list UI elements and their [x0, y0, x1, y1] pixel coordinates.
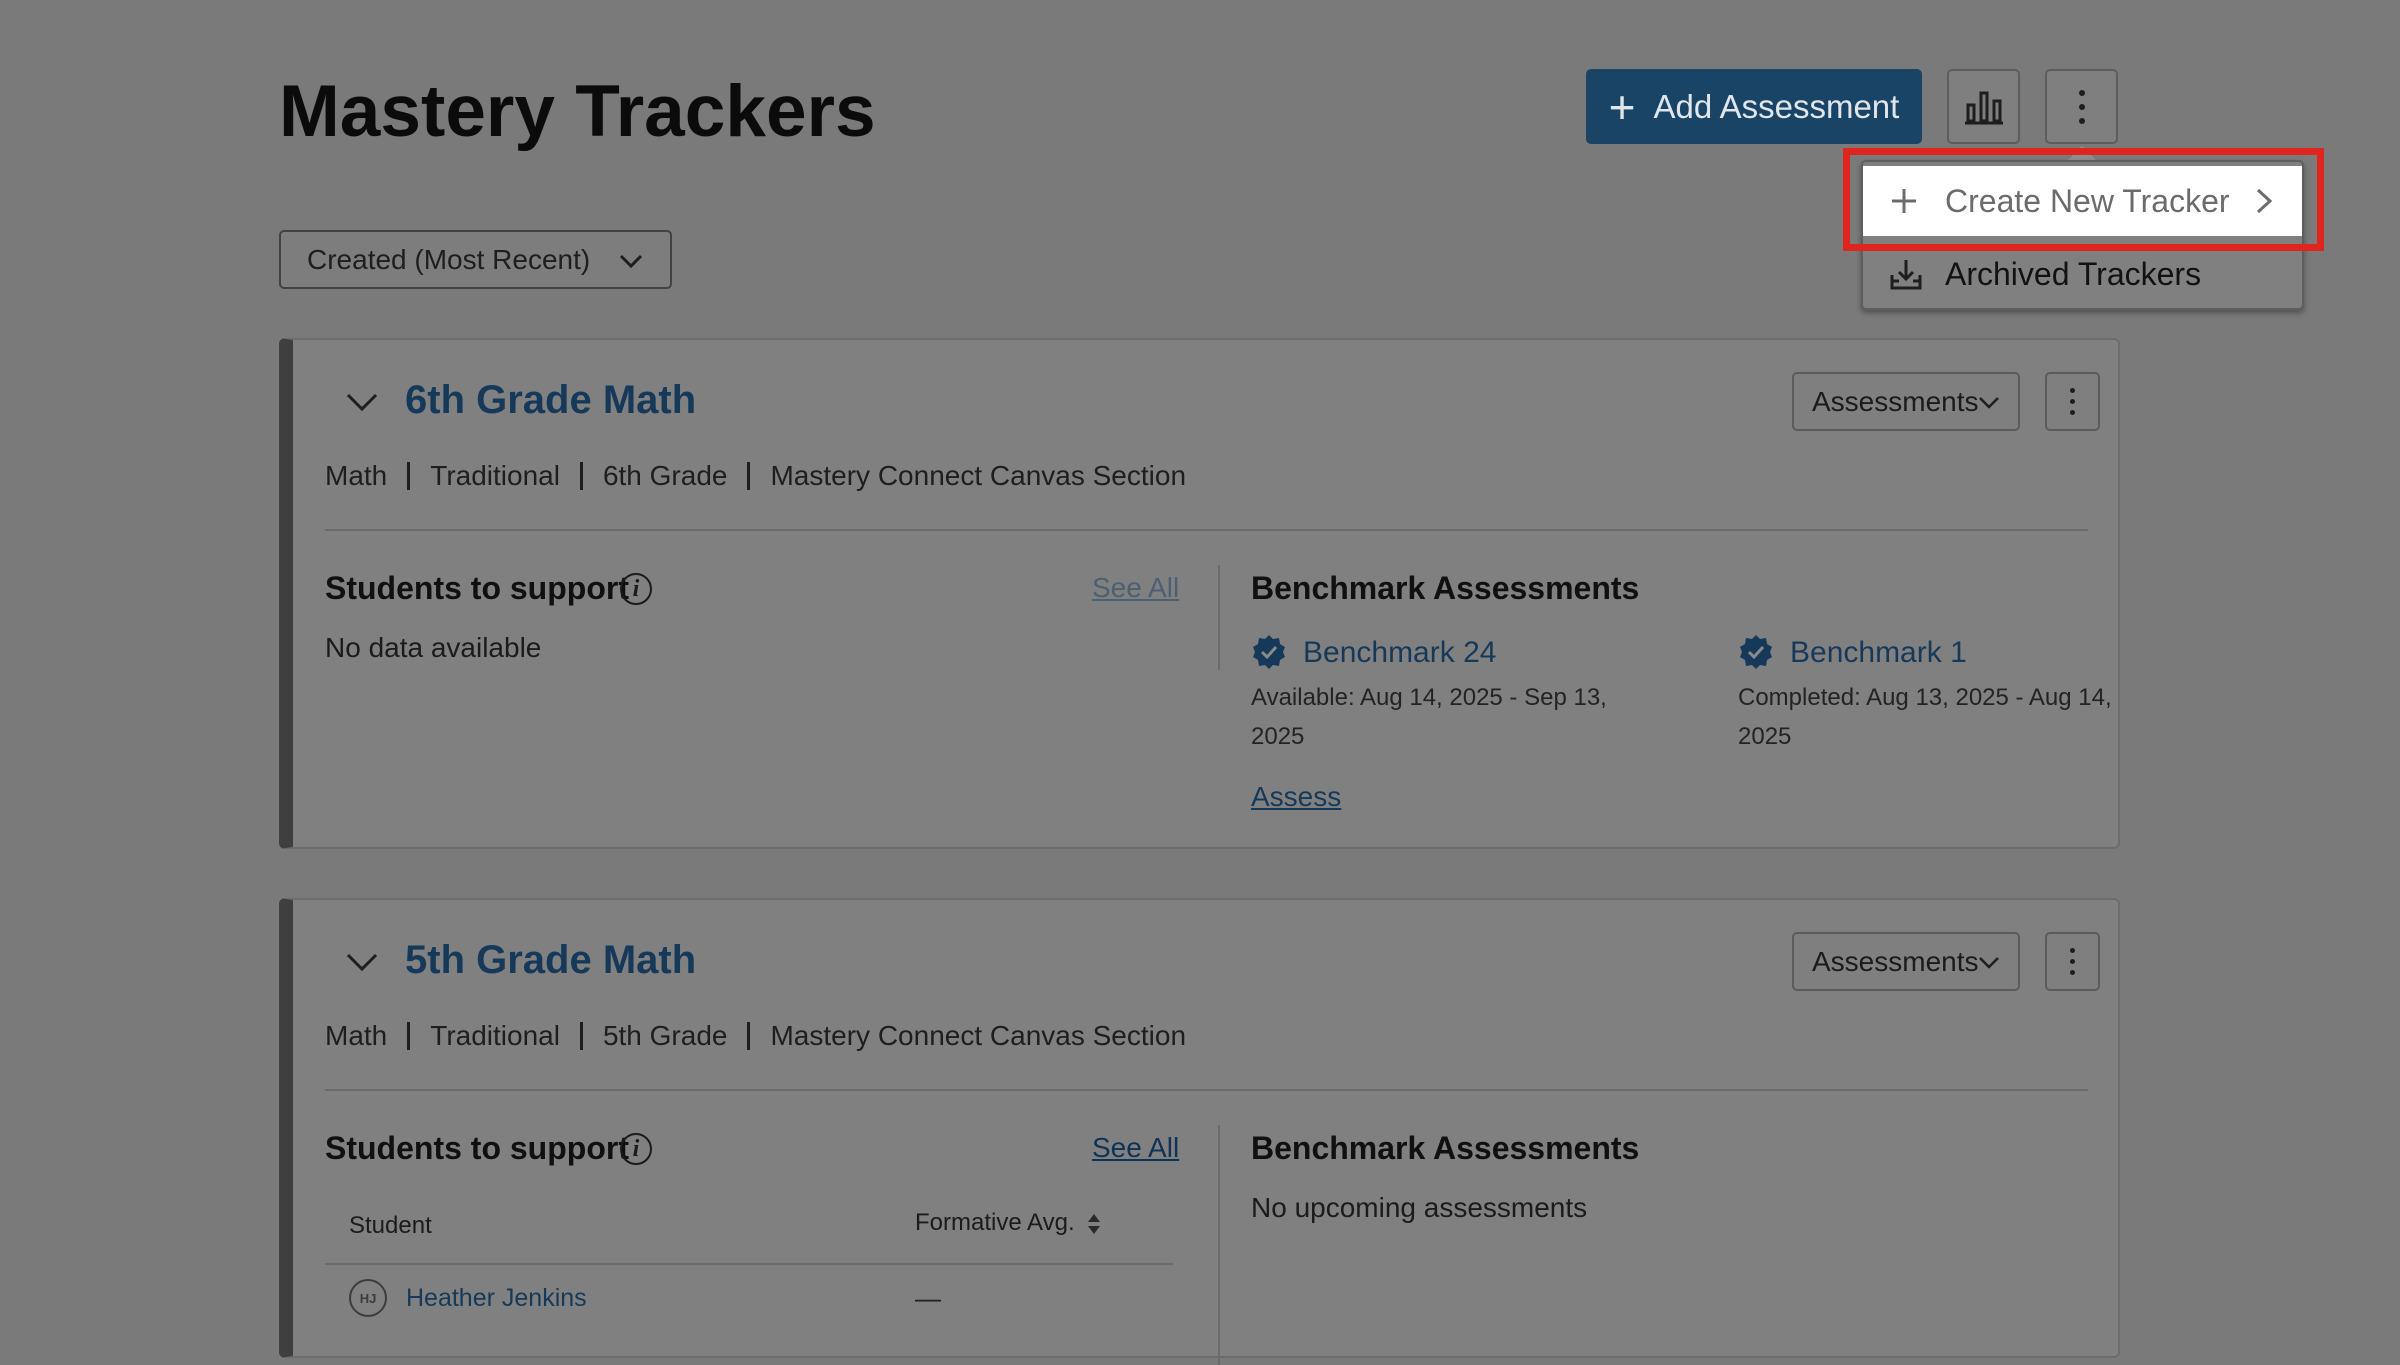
meta-subject: Math — [325, 1020, 388, 1051]
meta-grade: 6th Grade — [602, 460, 728, 491]
plus-icon: + — [1608, 80, 1636, 133]
chevron-down-icon[interactable] — [345, 390, 379, 414]
tracker-meta: Math Traditional 6th Grade Mastery Conne… — [325, 460, 1186, 492]
benchmark-link[interactable]: Benchmark 1 — [1790, 636, 1967, 670]
students-to-support-title: Students to support — [325, 570, 629, 606]
column-header-student: Student — [349, 1212, 432, 1239]
info-icon[interactable]: i — [620, 1133, 652, 1165]
benchmark-dates-line: Completed: Aug 13, 2025 - Aug 14, — [1738, 684, 2112, 711]
see-all-link[interactable]: See All — [1092, 1132, 1179, 1164]
assessments-dropdown[interactable]: Assessments — [1792, 932, 2020, 991]
tracker-card: 6th Grade Math Assessments Math Traditio… — [279, 338, 2120, 849]
column-header-formative-avg[interactable]: Formative Avg. — [915, 1209, 1101, 1237]
divider — [747, 1022, 751, 1050]
students-empty-text: No data available — [325, 632, 542, 663]
add-assessment-label: Add Assessment — [1653, 87, 1900, 125]
tracker-meta: Math Traditional 5th Grade Mastery Conne… — [325, 1020, 1186, 1052]
assessments-dropdown-label: Assessments — [1812, 385, 1979, 417]
avatar: HJ — [349, 1279, 387, 1317]
student-link[interactable]: Heather Jenkins — [406, 1284, 587, 1313]
benchmark-dates-line: Available: Aug 14, 2025 - Sep 13, — [1251, 684, 1607, 711]
chevron-down-icon[interactable] — [345, 950, 379, 974]
tracker-options-button[interactable] — [2045, 372, 2100, 431]
benchmark-dates: Available: Aug 14, 2025 - Sep 13, 2025 — [1251, 678, 1631, 756]
chevron-down-icon — [619, 254, 643, 269]
tracker-title[interactable]: 6th Grade Math — [405, 378, 696, 423]
meta-section: Mastery Connect Canvas Section — [770, 460, 1187, 491]
formative-avg-value: — — [915, 1283, 941, 1313]
students-to-support-title: Students to support — [325, 1130, 629, 1166]
add-assessment-button[interactable]: + Add Assessment — [1586, 69, 1922, 144]
info-icon[interactable]: i — [620, 573, 652, 605]
benchmark-assessments-title: Benchmark Assessments — [1251, 1130, 1640, 1166]
benchmark-link[interactable]: Benchmark 24 — [1303, 636, 1496, 670]
more-options-button[interactable] — [2045, 69, 2118, 144]
sort-select-value: Created (Most Recent) — [307, 243, 591, 275]
archived-trackers-label: Archived Trackers — [1945, 255, 2202, 292]
divider — [747, 462, 751, 490]
assessments-dropdown[interactable]: Assessments — [1792, 372, 2020, 431]
divider — [407, 462, 411, 490]
meta-type: Traditional — [430, 460, 560, 491]
benchmark-dates-line: 2025 — [1251, 723, 1305, 750]
divider — [325, 1263, 1173, 1265]
verified-badge-icon — [1253, 635, 1285, 669]
meta-grade: 5th Grade — [602, 1020, 728, 1051]
kebab-icon — [2078, 89, 2085, 124]
kebab-icon — [2070, 948, 2075, 975]
chevron-down-icon — [1979, 957, 1999, 969]
divider — [325, 1089, 2088, 1091]
meta-section: Mastery Connect Canvas Section — [770, 1020, 1187, 1051]
tracker-title[interactable]: 5th Grade Math — [405, 938, 696, 983]
divider — [579, 1022, 583, 1050]
benchmark-empty-text: No upcoming assessments — [1251, 1192, 1588, 1223]
sort-icon — [1088, 1213, 1101, 1234]
highlight-box — [1843, 148, 2324, 251]
tracker-card: 5th Grade Math Assessments Math Traditio… — [279, 898, 2120, 1365]
kebab-icon — [2070, 388, 2075, 415]
benchmark-dates: Completed: Aug 13, 2025 - Aug 14, 2025 — [1738, 678, 2118, 756]
divider — [579, 462, 583, 490]
assess-link[interactable]: Assess — [1251, 781, 1341, 813]
meta-subject: Math — [325, 460, 388, 491]
bar-chart-icon — [1964, 91, 2003, 124]
reports-button[interactable] — [1947, 69, 2020, 144]
benchmark-assessments-title: Benchmark Assessments — [1251, 570, 1640, 606]
assessments-dropdown-label: Assessments — [1812, 945, 1979, 977]
menu-item-archived-trackers[interactable]: Archived Trackers — [1863, 242, 2302, 306]
page: Mastery Trackers + Add Assessment Create… — [0, 0, 2400, 1365]
verified-badge-icon — [1740, 635, 1772, 669]
sort-select[interactable]: Created (Most Recent) — [279, 230, 672, 289]
divider — [407, 1022, 411, 1050]
tracker-options-button[interactable] — [2045, 932, 2100, 991]
divider — [1218, 1125, 1220, 1365]
column-header-formative-avg-label: Formative Avg. — [915, 1209, 1075, 1236]
divider — [325, 529, 2088, 531]
meta-type: Traditional — [430, 1020, 560, 1051]
benchmark-dates-line: 2025 — [1738, 723, 1792, 750]
divider — [1218, 565, 1220, 670]
see-all-link[interactable]: See All — [1092, 572, 1179, 604]
page-title: Mastery Trackers — [279, 71, 876, 152]
archive-icon — [1890, 260, 1922, 290]
chevron-down-icon — [1979, 397, 1999, 409]
